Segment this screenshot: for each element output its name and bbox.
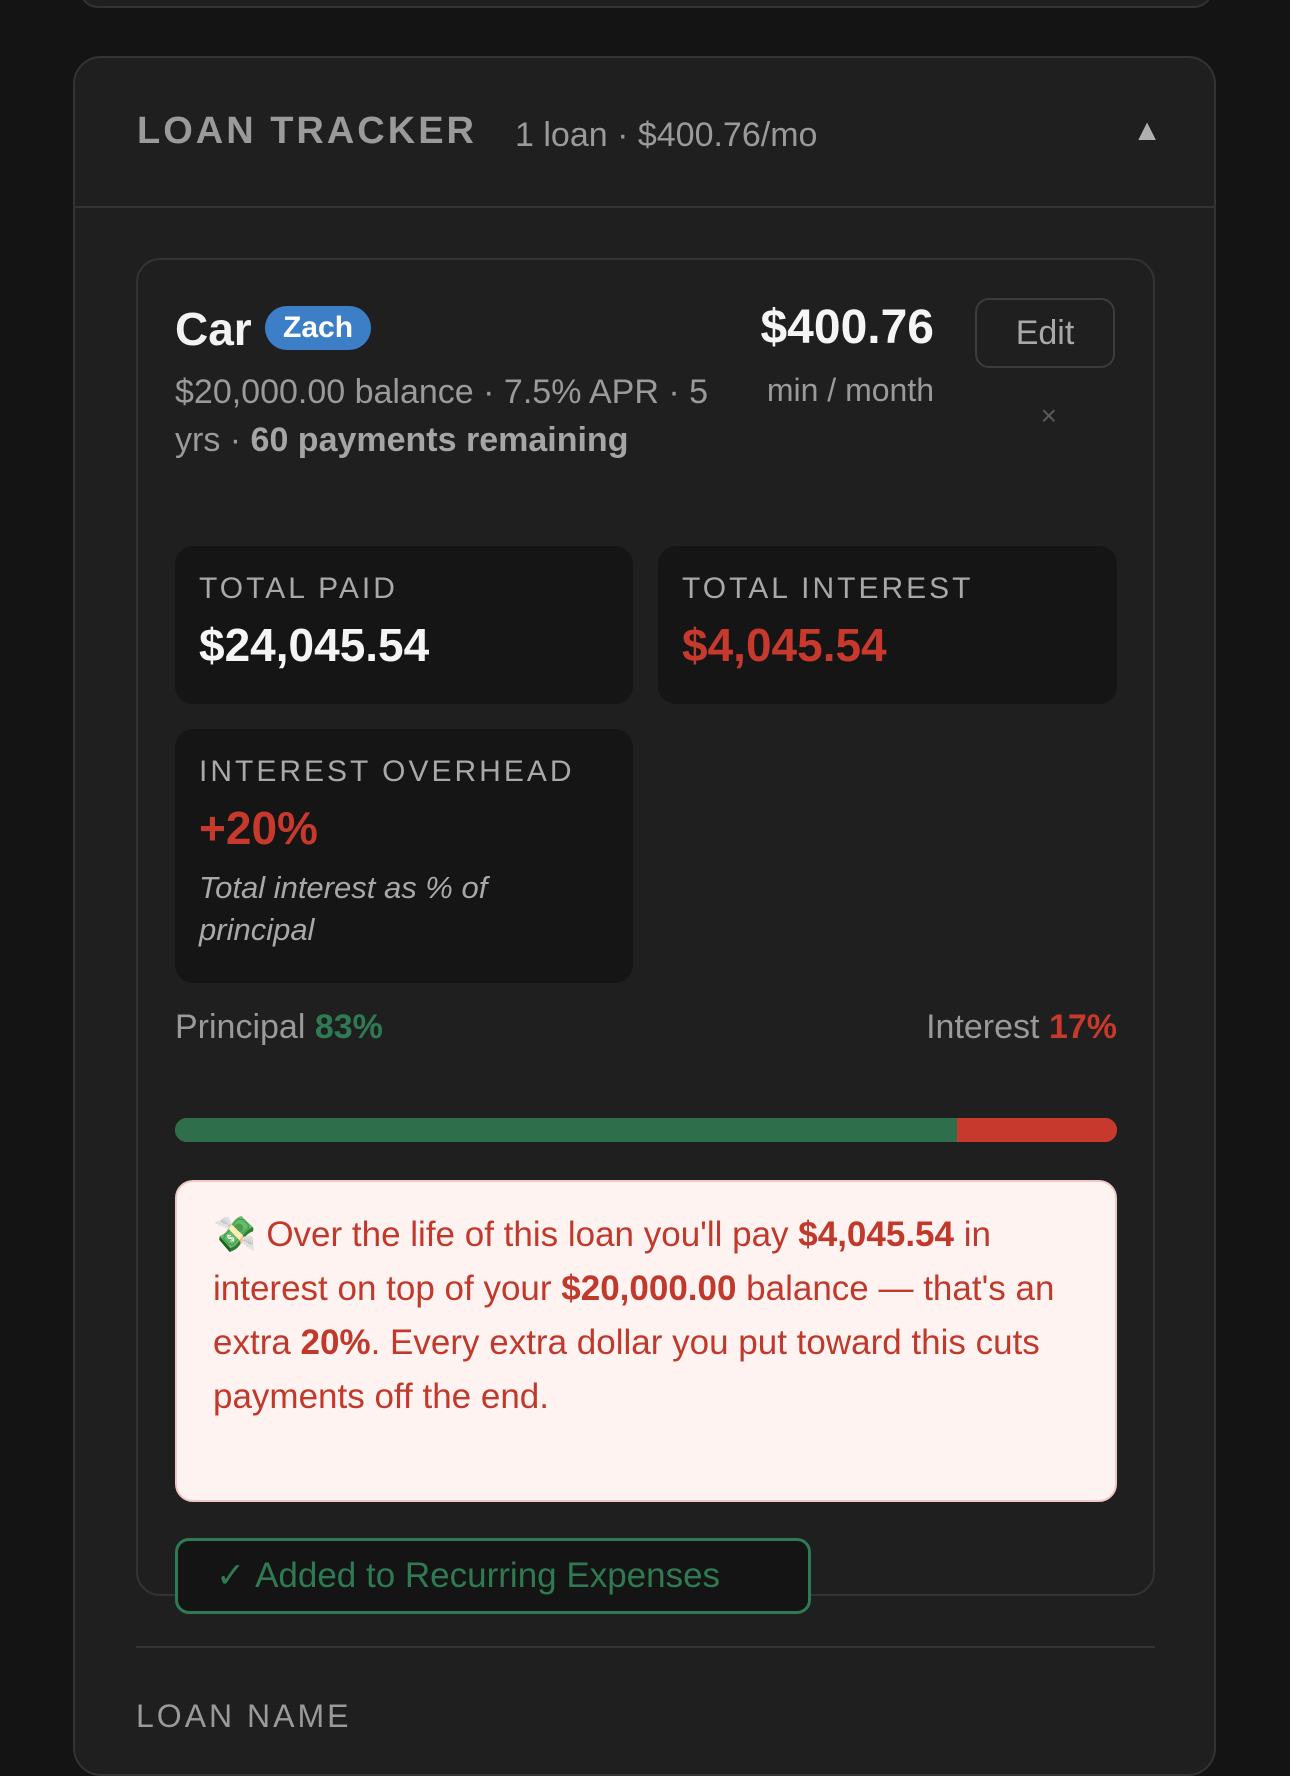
alert-interest-amount: $4,045.54 — [798, 1215, 954, 1254]
interest-alert: 💸 Over the life of this loan you'll pay … — [175, 1180, 1117, 1502]
interest-bar-segment — [956, 1118, 1117, 1142]
alert-extra-percent: 20% — [300, 1323, 371, 1362]
loan-name: Car — [175, 303, 252, 355]
interest-label-group: Interest 17% — [926, 1008, 1117, 1047]
interest-label: Interest — [926, 1008, 1040, 1046]
principal-label: Principal — [175, 1008, 306, 1046]
owner-badge: Zach — [265, 306, 372, 350]
money-with-wings-icon: 💸 — [213, 1215, 257, 1254]
loan-details: $20,000.00 balance · 7.5% APR · 5 yrs · … — [175, 368, 735, 464]
total-interest-value: $4,045.54 — [682, 619, 887, 671]
principal-interest-bar — [175, 1118, 1117, 1142]
principal-percent: 83% — [314, 1008, 383, 1046]
monthly-payment: $400.76 — [760, 301, 934, 354]
total-paid-stat: TOTAL PAID $24,045.54 — [175, 546, 633, 704]
loan-tracker-panel: LOAN TRACKER 1 loan · $400.76/mo ▲ Car Z… — [73, 56, 1216, 1776]
interest-overhead-stat: INTEREST OVERHEAD +20% Total interest as… — [175, 729, 633, 983]
previous-card — [79, 0, 1213, 8]
loan-name-label: LOAN NAME — [136, 1698, 352, 1734]
added-to-recurring-label: Added to Recurring Expenses — [255, 1556, 721, 1595]
panel-summary: 1 loan · $400.76/mo — [515, 116, 818, 154]
principal-bar-segment — [175, 1118, 957, 1142]
total-interest-label: TOTAL INTEREST — [682, 572, 974, 605]
interest-overhead-note: Total interest as % of principal — [199, 870, 488, 947]
collapse-chevron-up-icon[interactable]: ▲ — [1132, 114, 1162, 148]
loan-card: Car Zach $400.76 min / month Edit × $20,… — [136, 258, 1155, 1614]
remove-close-icon[interactable]: × — [1041, 400, 1057, 432]
alert-text-1: Over the life of this loan you'll pay — [256, 1215, 799, 1254]
divider — [136, 1646, 1155, 1648]
interest-overhead-label: INTEREST OVERHEAD — [199, 755, 575, 788]
edit-button[interactable]: Edit — [975, 298, 1115, 368]
monthly-payment-label: min / month — [766, 372, 934, 408]
checkmark-icon: ✓ — [216, 1556, 246, 1595]
loan-tracker-header[interactable]: LOAN TRACKER 1 loan · $400.76/mo ▲ — [75, 58, 1214, 208]
panel-title: LOAN TRACKER — [137, 110, 477, 152]
added-to-recurring-button[interactable]: ✓ Added to Recurring Expenses — [175, 1538, 811, 1614]
principal-interest-split: Principal 83% Interest 17% — [175, 1008, 1117, 1052]
total-paid-value: $24,045.54 — [199, 619, 430, 671]
payments-remaining: 60 payments remaining — [250, 421, 629, 459]
principal-label-group: Principal 83% — [175, 1008, 383, 1047]
total-paid-label: TOTAL PAID — [199, 572, 398, 605]
interest-percent: 17% — [1048, 1008, 1117, 1046]
alert-balance-amount: $20,000.00 — [561, 1269, 737, 1308]
interest-overhead-value: +20% — [199, 802, 318, 854]
total-interest-stat: TOTAL INTEREST $4,045.54 — [658, 546, 1117, 704]
